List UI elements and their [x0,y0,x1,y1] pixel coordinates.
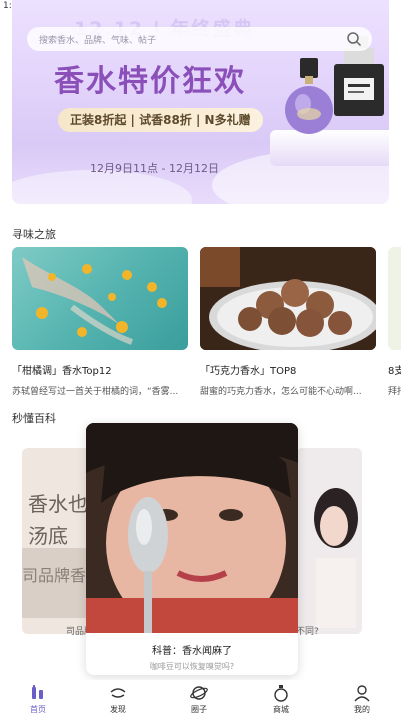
article-headline: 司品牌香 [22,566,87,585]
home-icon [32,685,43,699]
user-icon [354,685,370,702]
featured-subtitle: 咖啡豆可以恢复嗅觉吗? [149,662,235,671]
chocolate-image [200,247,376,350]
nav-circle[interactable]: 圈子 [169,684,229,715]
encyclopedia-card-right[interactable] [296,448,362,634]
journey-card-partial[interactable]: 8支 拜托 [388,247,401,397]
nav-store[interactable]: 商城 [251,684,311,715]
bottom-nav: 首页 发现 圈子 商城 我的 [0,680,401,720]
journey-card-citrus[interactable]: 「柑橘调」香水Top12 苏轼曾经写过一首关于柑橘的词，“香雾... [12,247,188,397]
nav-label: 首页 [30,705,46,714]
section-title-journey: 寻味之旅 [12,228,56,241]
article-headline: 汤底 [28,524,68,548]
search-bar[interactable]: 搜索香水、品牌、气味、帖子 [27,27,372,51]
nav-home[interactable]: 首页 [8,684,68,715]
nav-label: 我的 [354,705,370,714]
encyclopedia-card-featured[interactable]: 科普：香水闻麻了 咖啡豆可以恢复嗅觉吗? [86,423,298,675]
journey-card-desc: 拜托 [388,387,401,397]
featured-photo [86,423,298,633]
promo-title: 香水特价狂欢 [54,64,246,99]
search-input[interactable]: 搜索香水、品牌、气味、帖子 [39,33,156,46]
featured-title: 科普：香水闻麻了 [152,646,232,657]
nav-profile[interactable]: 我的 [332,684,392,715]
journey-card-desc: 苏轼曾经写过一首关于柑橘的词，“香雾... [12,387,179,397]
nav-label: 圈子 [191,705,207,714]
search-icon[interactable] [346,31,362,47]
perfume-bottle-icon [274,685,288,702]
planet-icon [190,686,208,700]
portrait-image [296,448,362,634]
perfume-bottle-image [285,58,333,134]
journey-card-chocolate[interactable]: 「巧克力香水」TOP8 甜蜜的巧克力香水，怎么可能不心动啊... [200,247,376,397]
encyclopedia-caption: 不同? [296,627,319,637]
promo-offers: 正装8折起 | 试香88折 | N多礼赠 [58,108,263,132]
journey-card-title: 8支 [388,366,401,377]
partial-card-image [388,247,401,350]
nav-label: 商城 [273,705,289,714]
section-title-encyclopedia: 秒懂百科 [12,412,56,425]
eye-icon [110,688,126,698]
article-headline: 香水也 [28,492,88,516]
promo-dates: 12月9日11点 - 12月12日 [90,162,219,175]
journey-card-desc: 甜蜜的巧克力香水，怎么可能不心动啊... [200,387,362,397]
truffles-photo [200,247,376,350]
nav-discover[interactable]: 发现 [88,684,148,715]
nav-label: 发现 [110,705,126,714]
journey-card-title: 「巧克力香水」TOP8 [200,366,297,377]
woman-spoon-photo [86,423,298,633]
journey-card-title: 「柑橘调」香水Top12 [12,366,112,377]
citrus-image [12,247,188,350]
pool-photo [22,257,167,345]
